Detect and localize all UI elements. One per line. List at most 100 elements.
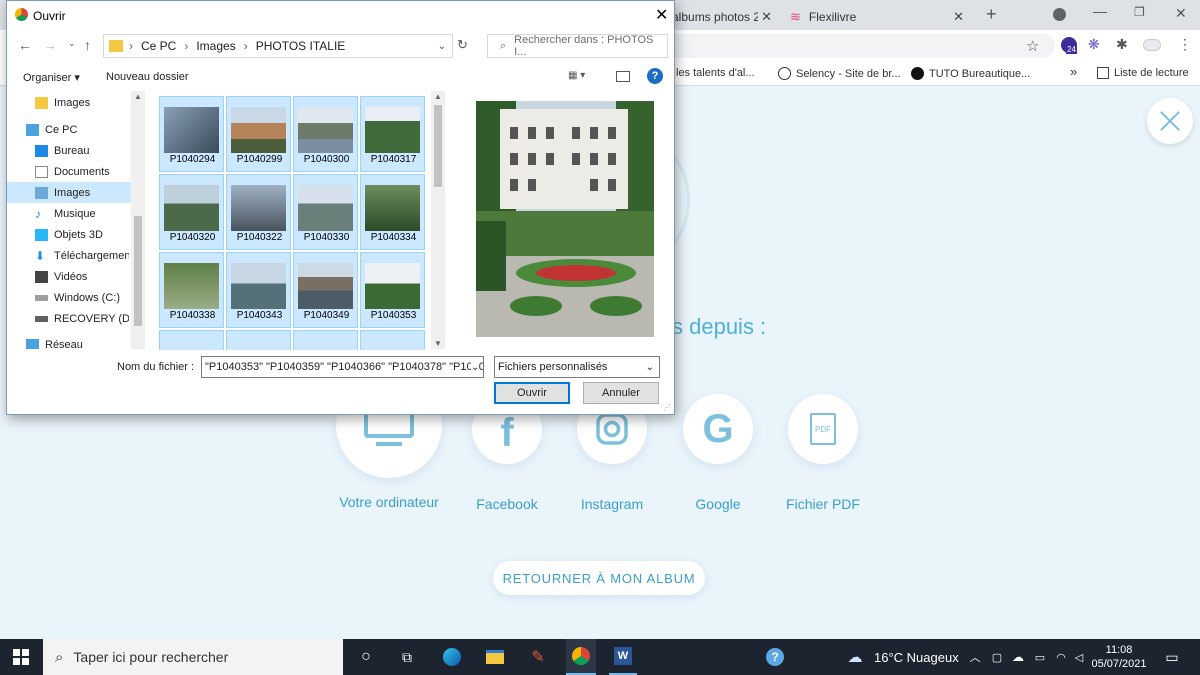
reading-list-button[interactable]: Liste de lecture	[1097, 67, 1189, 79]
help-tips-icon[interactable]: ?	[761, 639, 789, 675]
tab-flexilivre[interactable]: ≋ Flexilivre ✕	[780, 4, 972, 30]
task-view-icon[interactable]: ⧉	[393, 639, 421, 675]
restore-icon[interactable]: ❐	[1134, 5, 1145, 19]
nav-item-musique[interactable]: ♪ Musique	[7, 203, 129, 224]
file-item[interactable]: P1040343	[226, 252, 291, 328]
menu-dots-icon[interactable]: ⋮	[1178, 36, 1192, 53]
bookmark-item[interactable]: Selency - Site de br...	[778, 67, 901, 80]
close-modal-button[interactable]	[1147, 98, 1193, 144]
file-item[interactable]	[226, 330, 291, 350]
recent-dropdown-icon[interactable]: ⌄	[68, 38, 76, 49]
file-item[interactable]: P1040353	[360, 252, 425, 328]
nav-item-drive-d[interactable]: RECOVERY (D:)	[7, 308, 129, 329]
file-explorer-icon[interactable]	[481, 639, 509, 675]
extensions-puzzle-icon[interactable]: ✱	[1116, 36, 1128, 53]
new-folder-button[interactable]: Nouveau dossier	[106, 71, 189, 83]
dialog-search-input[interactable]: ⌕ Rechercher dans : PHOTOS I...	[487, 34, 668, 58]
nav-item-bureau[interactable]: Bureau	[7, 140, 129, 161]
scroll-up-icon[interactable]: ▲	[434, 92, 442, 101]
onedrive-icon[interactable]: ☁	[1010, 639, 1026, 675]
view-options-icon[interactable]: ▦ ▾	[568, 70, 585, 81]
file-item[interactable]: P1040317	[360, 96, 425, 172]
close-icon[interactable]: ✕	[953, 9, 964, 25]
filename-input[interactable]: "P1040353" "P1040359" "P1040366" "P10403…	[201, 356, 484, 378]
taskbar-search[interactable]: ⌕ Taper ici pour rechercher	[43, 639, 343, 675]
volume-icon[interactable]: ◁	[1072, 639, 1086, 675]
scroll-up-icon[interactable]: ▲	[134, 92, 142, 101]
preview-pane-icon[interactable]	[616, 71, 630, 82]
breadcrumb-item[interactable]: Ce PC	[141, 39, 176, 53]
breadcrumb-item[interactable]: PHOTOS ITALIE	[256, 39, 346, 53]
file-item[interactable]: P1040330	[293, 174, 358, 250]
nav-item-videos[interactable]: Vidéos	[7, 266, 129, 287]
chevron-down-icon[interactable]: ⌄	[471, 361, 480, 373]
cancel-button[interactable]: Annuler	[583, 382, 659, 404]
filetype-select[interactable]: Fichiers personnalisés ⌄	[494, 356, 660, 378]
weather-text[interactable]: 16°C Nuageux	[874, 639, 959, 675]
up-arrow-icon[interactable]: ↑	[84, 37, 91, 53]
windows-start-icon[interactable]	[10, 639, 32, 675]
word-icon[interactable]: W	[609, 639, 637, 675]
extension-snowflake-icon[interactable]: ❋	[1088, 36, 1100, 53]
bookmarks-more-button[interactable]: »	[1070, 64, 1077, 79]
chevron-down-icon[interactable]: ⌄	[438, 41, 446, 52]
meet-icon[interactable]: ▢	[990, 639, 1004, 675]
nav-item-drive-c[interactable]: Windows (C:)	[7, 287, 129, 308]
source-pdf[interactable]: PDF Fichier PDF	[783, 394, 863, 512]
battery-icon[interactable]: ▭	[1032, 639, 1048, 675]
resize-grip-icon[interactable]: ⋰	[663, 403, 671, 412]
edge-icon[interactable]	[438, 639, 466, 675]
chrome-taskbar-icon[interactable]	[566, 639, 596, 675]
nav-item-telechargements[interactable]: ⬇ Téléchargements	[7, 245, 129, 266]
file-grid-scrollbar[interactable]: ▲ ▼	[431, 91, 445, 349]
file-item[interactable]: P1040334	[360, 174, 425, 250]
file-item[interactable]	[159, 330, 224, 350]
scroll-down-icon[interactable]: ▼	[434, 339, 442, 348]
bookmark-star-icon[interactable]: ☆	[1026, 37, 1039, 55]
minimize-icon[interactable]: —	[1093, 3, 1107, 19]
nav-scrollbar[interactable]: ▲	[131, 91, 145, 349]
refresh-icon[interactable]: ↻	[457, 37, 468, 53]
file-item[interactable]: P1040322	[226, 174, 291, 250]
bookmark-item[interactable]: les talents d'al...	[676, 67, 755, 79]
clock[interactable]: 11:08 05/07/2021	[1091, 639, 1146, 675]
dialog-close-icon[interactable]: ✕	[655, 5, 668, 25]
open-button[interactable]: Ouvrir	[494, 382, 570, 404]
file-item[interactable]: P1040300	[293, 96, 358, 172]
back-arrow-icon[interactable]: ←	[18, 37, 32, 53]
close-icon[interactable]: ✕	[761, 9, 772, 25]
scroll-thumb[interactable]	[434, 105, 442, 187]
organize-button[interactable]: Organiser ▾	[23, 71, 80, 84]
back-to-album-button[interactable]: RETOURNER À MON ALBUM	[493, 561, 705, 595]
file-item[interactable]: P1040294	[159, 96, 224, 172]
file-item[interactable]: P1040299	[226, 96, 291, 172]
nav-item-pc[interactable]: Ce PC	[7, 119, 129, 140]
source-google[interactable]: G Google	[678, 394, 758, 512]
address-bar[interactable]	[660, 34, 1055, 58]
nav-item-images-quick[interactable]: Images	[7, 92, 129, 113]
file-item[interactable]: P1040320	[159, 174, 224, 250]
bookmark-item[interactable]: TUTO Bureautique...	[911, 67, 1030, 80]
forward-arrow-icon[interactable]: →	[43, 37, 57, 53]
paint-icon[interactable]: ✎	[524, 639, 552, 675]
profile-avatar[interactable]	[1143, 39, 1161, 51]
new-tab-button[interactable]: +	[986, 4, 997, 25]
profile-dropdown-icon[interactable]	[1053, 8, 1066, 21]
help-icon[interactable]: ?	[647, 68, 663, 84]
file-item[interactable]	[360, 330, 425, 350]
tray-chevron-icon[interactable]: ︿	[968, 639, 982, 675]
nav-item-images[interactable]: Images	[7, 182, 131, 203]
breadcrumb-item[interactable]: Images	[196, 39, 235, 53]
nav-item-documents[interactable]: Documents	[7, 161, 129, 182]
cortana-icon[interactable]: ○	[352, 639, 380, 675]
address-breadcrumb[interactable]: › Ce PC › Images › PHOTOS ITALIE ⌄	[103, 34, 453, 58]
window-close-icon[interactable]: ✕	[1175, 5, 1187, 22]
scroll-thumb[interactable]	[134, 216, 142, 326]
notifications-icon[interactable]: ▭	[1162, 639, 1182, 675]
tab-albums-photos[interactable]: albums photos 2( ✕	[672, 4, 780, 30]
wifi-icon[interactable]: ◠	[1054, 639, 1068, 675]
file-item[interactable]	[293, 330, 358, 350]
file-item[interactable]: P1040338	[159, 252, 224, 328]
nav-item-reseau[interactable]: Réseau	[7, 334, 129, 349]
nav-item-objets3d[interactable]: Objets 3D	[7, 224, 129, 245]
